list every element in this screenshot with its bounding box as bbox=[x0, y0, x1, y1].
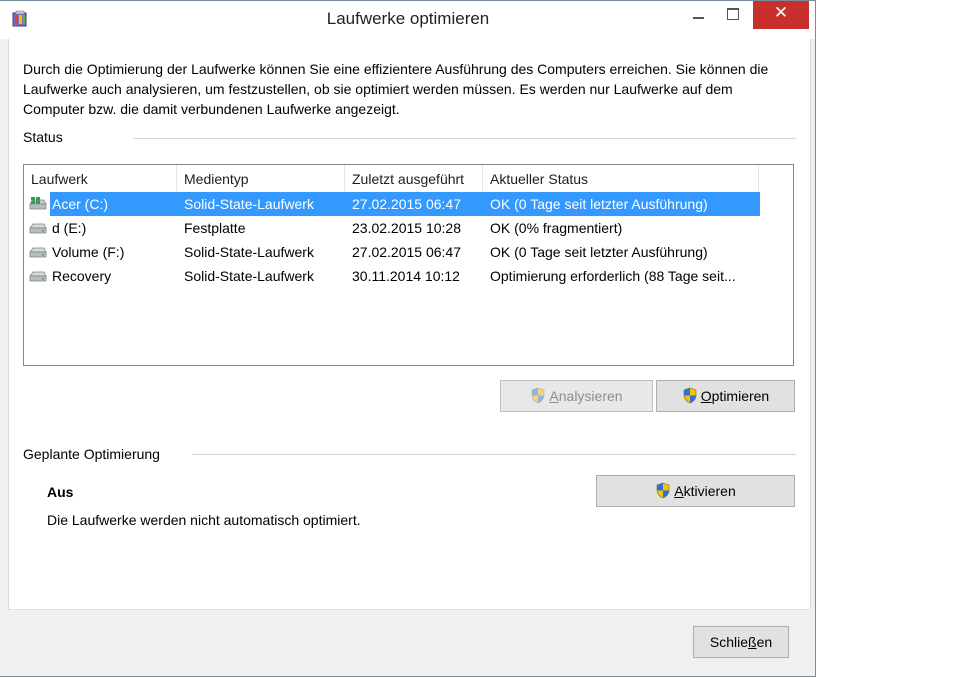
drive-media-type: Solid-State-Laufwerk bbox=[184, 196, 314, 212]
drive-status: OK (0% fragmentiert) bbox=[490, 220, 623, 236]
drives-list[interactable]: Laufwerk Medientyp Zuletzt ausgeführt Ak… bbox=[23, 164, 794, 366]
close-button-mnemonic: ß bbox=[748, 634, 757, 650]
optimize-drives-window: Laufwerke optimieren ✕ Durch die Optimie… bbox=[0, 0, 816, 677]
activate-button[interactable]: Aktivieren bbox=[596, 475, 795, 507]
uac-shield-icon bbox=[656, 482, 670, 499]
drive-name: Acer (C:) bbox=[52, 196, 108, 212]
minimize-icon bbox=[693, 17, 704, 19]
maximize-icon bbox=[727, 8, 739, 20]
analyze-button-label: nalysieren bbox=[558, 388, 623, 404]
drive-last-run: 27.02.2015 06:47 bbox=[352, 196, 461, 212]
drive-media-type: Solid-State-Laufwerk bbox=[184, 244, 314, 260]
drive-status: OK (0 Tage seit letzter Ausführung) bbox=[490, 244, 708, 260]
uac-shield-icon bbox=[683, 387, 697, 404]
maximize-button[interactable] bbox=[715, 1, 751, 29]
title-bar[interactable]: Laufwerke optimieren ✕ bbox=[0, 1, 815, 39]
schedule-section-label: Geplante Optimierung bbox=[23, 446, 160, 462]
close-button-label-start: Schlie bbox=[709, 634, 748, 650]
column-header-last-run[interactable]: Zuletzt ausgeführt bbox=[345, 165, 483, 191]
drive-icon bbox=[29, 247, 47, 258]
drive-media-type: Festplatte bbox=[184, 220, 246, 236]
drive-name: Volume (F:) bbox=[52, 244, 125, 260]
optimize-button-mnemonic: O bbox=[700, 388, 712, 404]
minimize-button[interactable] bbox=[681, 1, 715, 29]
drive-icon bbox=[29, 271, 47, 282]
close-button[interactable]: Schließen bbox=[693, 626, 789, 658]
analyze-button-mnemonic: A bbox=[549, 388, 559, 404]
schedule-state: Aus bbox=[47, 484, 74, 500]
drive-name: d (E:) bbox=[52, 220, 87, 236]
status-section-label: Status bbox=[23, 129, 63, 145]
drive-row[interactable]: Recovery Solid-State-Laufwerk 30.11.2014… bbox=[24, 264, 793, 288]
drive-media-type: Solid-State-Laufwerk bbox=[184, 268, 314, 284]
drive-name: Recovery bbox=[52, 268, 112, 284]
uac-shield-icon bbox=[532, 387, 545, 404]
optimize-button[interactable]: Optimieren bbox=[656, 380, 795, 412]
drive-status: OK (0 Tage seit letzter Ausführung) bbox=[490, 196, 708, 212]
drive-status: Optimierung erforderlich (88 Tage seit..… bbox=[490, 268, 736, 284]
footer-bar: Schließen bbox=[8, 609, 809, 672]
windows-drive-icon bbox=[29, 197, 47, 210]
status-divider bbox=[133, 138, 796, 139]
drive-row[interactable]: d (E:) Festplatte 23.02.2015 10:28 OK (0… bbox=[24, 216, 793, 240]
schedule-description: Die Laufwerke werden nicht automatisch o… bbox=[47, 512, 361, 528]
drive-last-run: 23.02.2015 10:28 bbox=[352, 220, 461, 236]
close-icon: ✕ bbox=[773, 3, 789, 22]
activate-button-mnemonic: A bbox=[674, 483, 684, 499]
schedule-divider bbox=[192, 454, 796, 455]
optimize-button-label: ptimieren bbox=[711, 388, 770, 404]
analyze-button[interactable]: Analysieren bbox=[500, 380, 653, 412]
main-content: Durch die Optimierung der Laufwerke könn… bbox=[8, 39, 811, 609]
activate-button-label: ktivieren bbox=[683, 483, 736, 499]
drive-icon bbox=[29, 223, 47, 234]
close-window-button[interactable]: ✕ bbox=[753, 1, 809, 29]
drive-row[interactable]: Acer (C:) Solid-State-Laufwerk 27.02.201… bbox=[24, 192, 793, 216]
drive-last-run: 30.11.2014 10:12 bbox=[352, 268, 460, 284]
drives-list-header: Laufwerk Medientyp Zuletzt ausgeführt Ak… bbox=[24, 165, 793, 191]
drive-last-run: 27.02.2015 06:47 bbox=[352, 244, 461, 260]
drive-row[interactable]: Volume (F:) Solid-State-Laufwerk 27.02.2… bbox=[24, 240, 793, 264]
description-text: Durch die Optimierung der Laufwerke könn… bbox=[23, 61, 769, 117]
column-header-status[interactable]: Aktueller Status bbox=[483, 165, 759, 191]
column-header-drive[interactable]: Laufwerk bbox=[24, 165, 177, 191]
close-button-label-end: en bbox=[756, 634, 773, 650]
column-header-media-type[interactable]: Medientyp bbox=[177, 165, 345, 191]
